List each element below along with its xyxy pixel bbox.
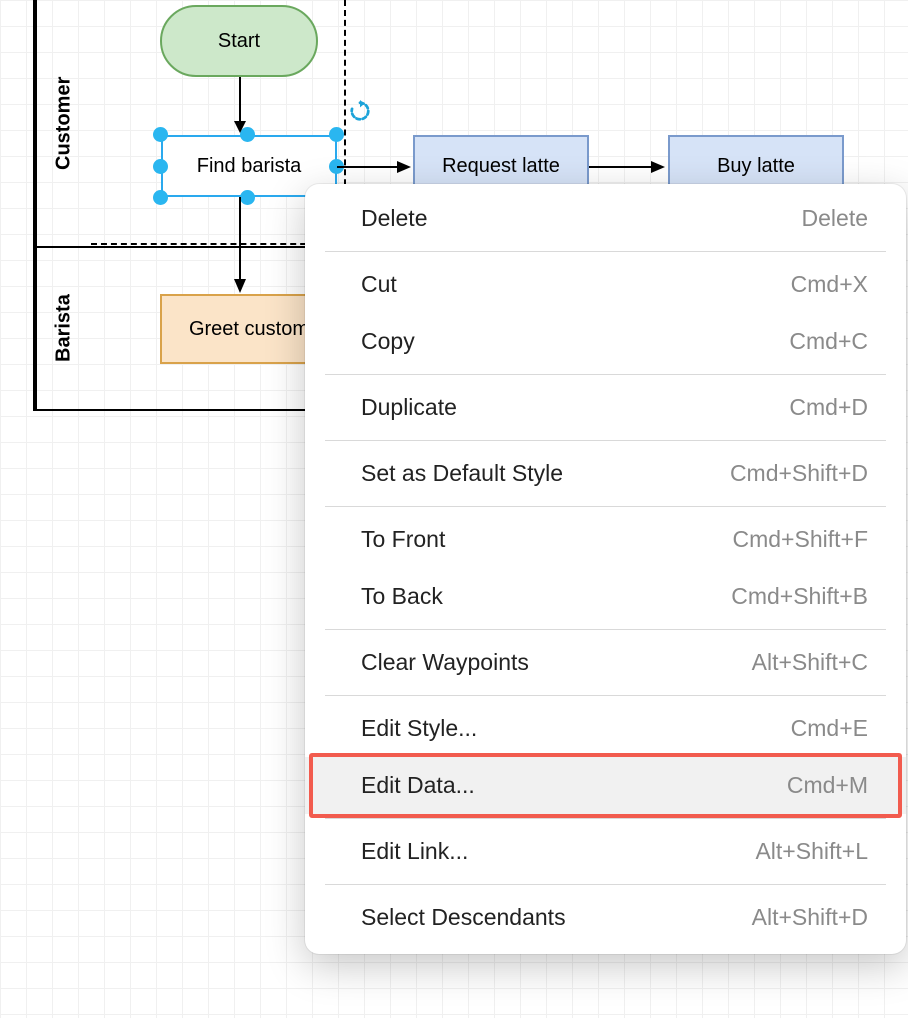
rotate-icon[interactable] [349,100,371,122]
menu-separator [325,629,886,630]
edge-start-to-find[interactable] [232,77,252,137]
menu-item-label: Copy [361,328,415,355]
menu-item-label: Edit Style... [361,715,477,742]
menu-item-shortcut: Cmd+X [791,271,868,298]
menu-item-shortcut: Cmd+E [791,715,868,742]
edge-find-to-greet[interactable] [232,197,252,297]
menu-item-copy[interactable]: Copy Cmd+C [305,313,906,370]
menu-item-shortcut: Cmd+D [789,394,868,421]
selection-handle[interactable] [153,127,168,142]
menu-separator [325,374,886,375]
menu-item-duplicate[interactable]: Duplicate Cmd+D [305,379,906,436]
menu-item-label: Set as Default Style [361,460,563,487]
node-greet-customer-label: Greet custom [189,318,309,341]
menu-item-label: Clear Waypoints [361,649,529,676]
menu-item-shortcut: Cmd+M [787,772,868,799]
menu-item-edit-style[interactable]: Edit Style... Cmd+E [305,700,906,757]
menu-item-delete[interactable]: Delete Delete [305,190,906,247]
menu-item-set-as-default-style[interactable]: Set as Default Style Cmd+Shift+D [305,445,906,502]
menu-item-to-front[interactable]: To Front Cmd+Shift+F [305,511,906,568]
menu-item-shortcut: Delete [802,205,868,232]
menu-item-label: Edit Link... [361,838,468,865]
node-start-label: Start [218,30,260,53]
lane-barista-title: Barista [35,248,91,409]
menu-item-shortcut: Alt+Shift+L [755,838,868,865]
menu-separator [325,884,886,885]
node-start[interactable]: Start [160,5,318,77]
menu-separator [325,440,886,441]
menu-item-label: To Front [361,526,445,553]
menu-item-label: Edit Data... [361,772,475,799]
menu-item-label: Delete [361,205,427,232]
menu-item-to-back[interactable]: To Back Cmd+Shift+B [305,568,906,625]
menu-item-shortcut: Cmd+Shift+F [733,526,869,553]
menu-item-label: Duplicate [361,394,457,421]
context-menu: Delete Delete Cut Cmd+X Copy Cmd+C Duplicate Cm… [305,184,906,954]
node-find-barista-label: Find barista [197,155,302,178]
menu-item-label: Cut [361,271,397,298]
selection-handle[interactable] [153,159,168,174]
edge-request-to-buy[interactable] [589,157,671,177]
menu-item-shortcut: Cmd+C [789,328,868,355]
menu-separator [325,818,886,819]
selection-handle[interactable] [329,127,344,142]
menu-separator [325,506,886,507]
menu-item-edit-data[interactable]: Edit Data... Cmd+M [305,757,906,814]
menu-item-edit-link[interactable]: Edit Link... Alt+Shift+L [305,823,906,880]
menu-item-label: To Back [361,583,443,610]
edge-find-to-request[interactable] [337,157,417,177]
menu-item-label: Select Descendants [361,904,566,931]
node-request-latte-label: Request latte [442,155,560,178]
menu-separator [325,251,886,252]
menu-item-shortcut: Cmd+Shift+B [731,583,868,610]
menu-item-shortcut: Alt+Shift+C [752,649,868,676]
menu-item-clear-waypoints[interactable]: Clear Waypoints Alt+Shift+C [305,634,906,691]
node-buy-latte-label: Buy latte [717,155,795,178]
selection-handle[interactable] [153,190,168,205]
menu-separator [325,695,886,696]
menu-item-shortcut: Cmd+Shift+D [730,460,868,487]
menu-item-shortcut: Alt+Shift+D [752,904,868,931]
menu-item-select-descendants[interactable]: Select Descendants Alt+Shift+D [305,889,906,946]
menu-item-cut[interactable]: Cut Cmd+X [305,256,906,313]
lane-customer-title: Customer [35,0,91,246]
